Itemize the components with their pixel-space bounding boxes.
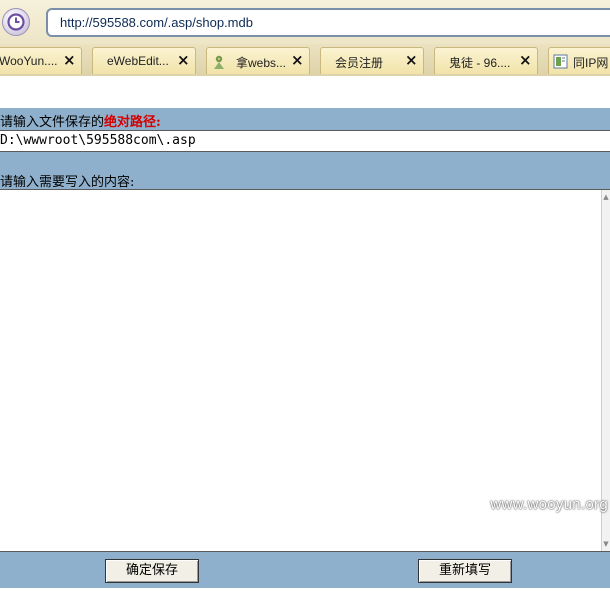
tab-label: 会员注册 — [335, 56, 384, 70]
tab-register[interactable]: 会员注册 × — [320, 47, 424, 74]
tab-label: 拿webs... — [236, 56, 287, 70]
browser-toolbar: http://595588.com/.asp/shop.mdb — [0, 0, 610, 44]
tab-label: 鬼徒 - 96.... — [449, 56, 511, 70]
content-label: 请输入需要写入的内容: — [0, 175, 135, 190]
page-icon — [553, 54, 568, 69]
tab-label: eWebEdit... — [107, 54, 169, 68]
close-icon[interactable]: × — [177, 51, 190, 69]
tab-strip: WooYun.... × eWebEdit... × 拿webs... × 会员… — [0, 44, 610, 77]
save-path-input[interactable]: D:\wwwroot\595588com\.asp — [0, 130, 610, 152]
watermark: www.wooyun.org — [490, 496, 608, 513]
button-bar: 确定保存 重新填写 — [0, 552, 610, 588]
tab-webshell[interactable]: 拿webs... × — [206, 47, 310, 74]
absolute-path-emphasis: 绝对路径: — [104, 115, 161, 130]
close-icon[interactable]: × — [291, 51, 304, 69]
reset-button[interactable]: 重新填写 — [418, 559, 512, 583]
save-button[interactable]: 确定保存 — [105, 559, 199, 583]
page-content: 请输入文件保存的绝对路径: D:\wwwroot\595588com\.asp … — [0, 76, 610, 593]
content-label-bar: 请输入需要写入的内容: — [0, 152, 610, 190]
history-button[interactable] — [2, 8, 30, 36]
close-icon[interactable]: × — [519, 51, 532, 69]
tab-same-ip[interactable]: 同IP网 — [548, 47, 610, 74]
close-icon[interactable]: × — [405, 51, 418, 69]
clock-icon — [7, 13, 25, 31]
path-label-bar: 请输入文件保存的绝对路径: — [0, 108, 610, 130]
scroll-up-icon[interactable]: ▲ — [602, 192, 610, 202]
tab-guitu[interactable]: 鬼徒 - 96.... × — [434, 47, 538, 74]
tab-wooyun[interactable]: WooYun.... × — [0, 47, 82, 74]
path-label-text: 请输入文件保存的 — [0, 115, 105, 130]
address-url: http://595588.com/.asp/shop.mdb — [60, 15, 253, 30]
tab-ewebeditor[interactable]: eWebEdit... × — [92, 47, 196, 74]
tab-label: 同IP网 — [573, 56, 609, 70]
address-bar[interactable]: http://595588.com/.asp/shop.mdb — [46, 8, 610, 37]
path-label: 请输入文件保存的绝对路径: — [0, 111, 161, 130]
favicon-icon — [214, 55, 224, 69]
tab-label: WooYun.... — [0, 54, 58, 68]
close-icon[interactable]: × — [63, 51, 76, 69]
scroll-down-icon[interactable]: ▼ — [602, 539, 610, 549]
